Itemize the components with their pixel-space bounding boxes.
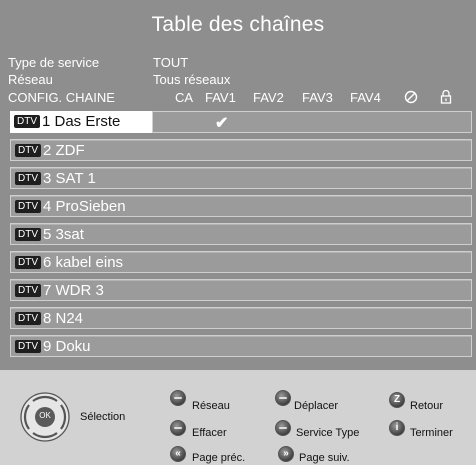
delete-legend-label: Effacer [192,427,227,439]
fav1-check-icon[interactable]: ✔ [215,113,228,133]
next-key-glyph: » [283,448,289,459]
page-title: Table des chaînes [151,13,325,36]
channel-name: 2 ZDF [43,142,85,159]
channel-row[interactable]: DTV 6 kabel eins [10,251,472,273]
fav4-column-header: FAV4 [350,90,381,105]
page-prev-label: Page préc. [192,452,246,464]
dtv-badge: DTV [15,284,41,297]
channel-name: 4 ProSieben [43,198,126,215]
config-channel-header: CONFIG. CHAINE [8,90,115,105]
channel-table-screen: Table des chaînes Type de service TOUT R… [0,0,476,370]
return-key-glyph: Z [393,394,401,405]
channel-name: 7 WDR 3 [43,282,104,299]
lock-icon [440,89,452,107]
service-type-label: Type de service [8,55,100,70]
column-header: CONFIG. CHAINE CA FAV1 FAV2 FAV3 FAV4 [0,89,476,107]
network-label: Réseau [8,72,53,87]
channel-name: 8 N24 [43,310,84,327]
channel-row[interactable]: DTV 9 Doku [10,335,472,357]
channel-name: 1 Das Erste [42,113,121,130]
fav3-column-header: FAV3 [302,90,333,105]
fav2-column-header: FAV2 [253,90,284,105]
dtv-badge: DTV [15,312,41,325]
info-key-glyph: i [395,422,399,433]
channel-row[interactable]: DTV 7 WDR 3 [10,279,472,301]
channel-row[interactable]: DTV 1 Das Erste ✔ [10,111,472,133]
dtv-badge: DTV [15,228,41,241]
channel-row[interactable]: DTV 2 ZDF [10,139,472,161]
service-type-value: TOUT [153,55,189,70]
dtv-badge: DTV [15,200,41,213]
ok-label: OK [39,411,51,420]
page-next-icon: » [278,446,294,462]
yellow-button-icon [170,420,186,436]
channel-list: DTV 1 Das Erste ✔ DTV 2 ZDF DTV 3 SAT 1 … [10,111,472,363]
channel-name: 9 Doku [43,338,91,355]
red-button-icon [170,390,186,406]
selection-label: Sélection [80,411,126,423]
dtv-badge: DTV [15,340,41,353]
row-bar [152,111,472,133]
move-legend-label: Déplacer [294,400,339,412]
return-legend-label: Retour [410,400,444,412]
info-key-icon: i [389,420,405,436]
dpad-icon: OK [20,392,70,442]
network-legend-label: Réseau [192,400,230,412]
channel-row[interactable]: DTV 4 ProSieben [10,195,472,217]
channel-row[interactable]: DTV 3 SAT 1 [10,167,472,189]
no-entry-icon [404,90,418,107]
page-next-label: Page suiv. [299,452,350,464]
dtv-badge: DTV [15,144,41,157]
channel-name: 6 kabel eins [43,254,124,271]
dtv-badge: DTV [15,172,41,185]
network-value: Tous réseaux [153,72,231,87]
service-type-legend-label: Service Type [296,427,360,439]
blue-button-icon [275,420,291,436]
channel-name: 3 SAT 1 [43,170,96,187]
channel-row[interactable]: DTV 5 3sat [10,223,472,245]
finish-legend-label: Terminer [410,427,453,439]
prev-key-glyph: « [175,448,181,459]
channel-row[interactable]: DTV 8 N24 [10,307,472,329]
channel-name: 5 3sat [43,226,84,243]
page-prev-icon: « [170,446,186,462]
fav1-column-header: FAV1 [205,90,236,105]
ca-column-header: CA [175,90,194,105]
dtv-badge: DTV [15,256,41,269]
dtv-badge: DTV [14,115,40,128]
button-legend: OK Sélection Réseau Déplacer Z Retour Ef… [0,370,476,465]
return-key-icon: Z [389,392,405,408]
green-button-icon [275,390,291,406]
